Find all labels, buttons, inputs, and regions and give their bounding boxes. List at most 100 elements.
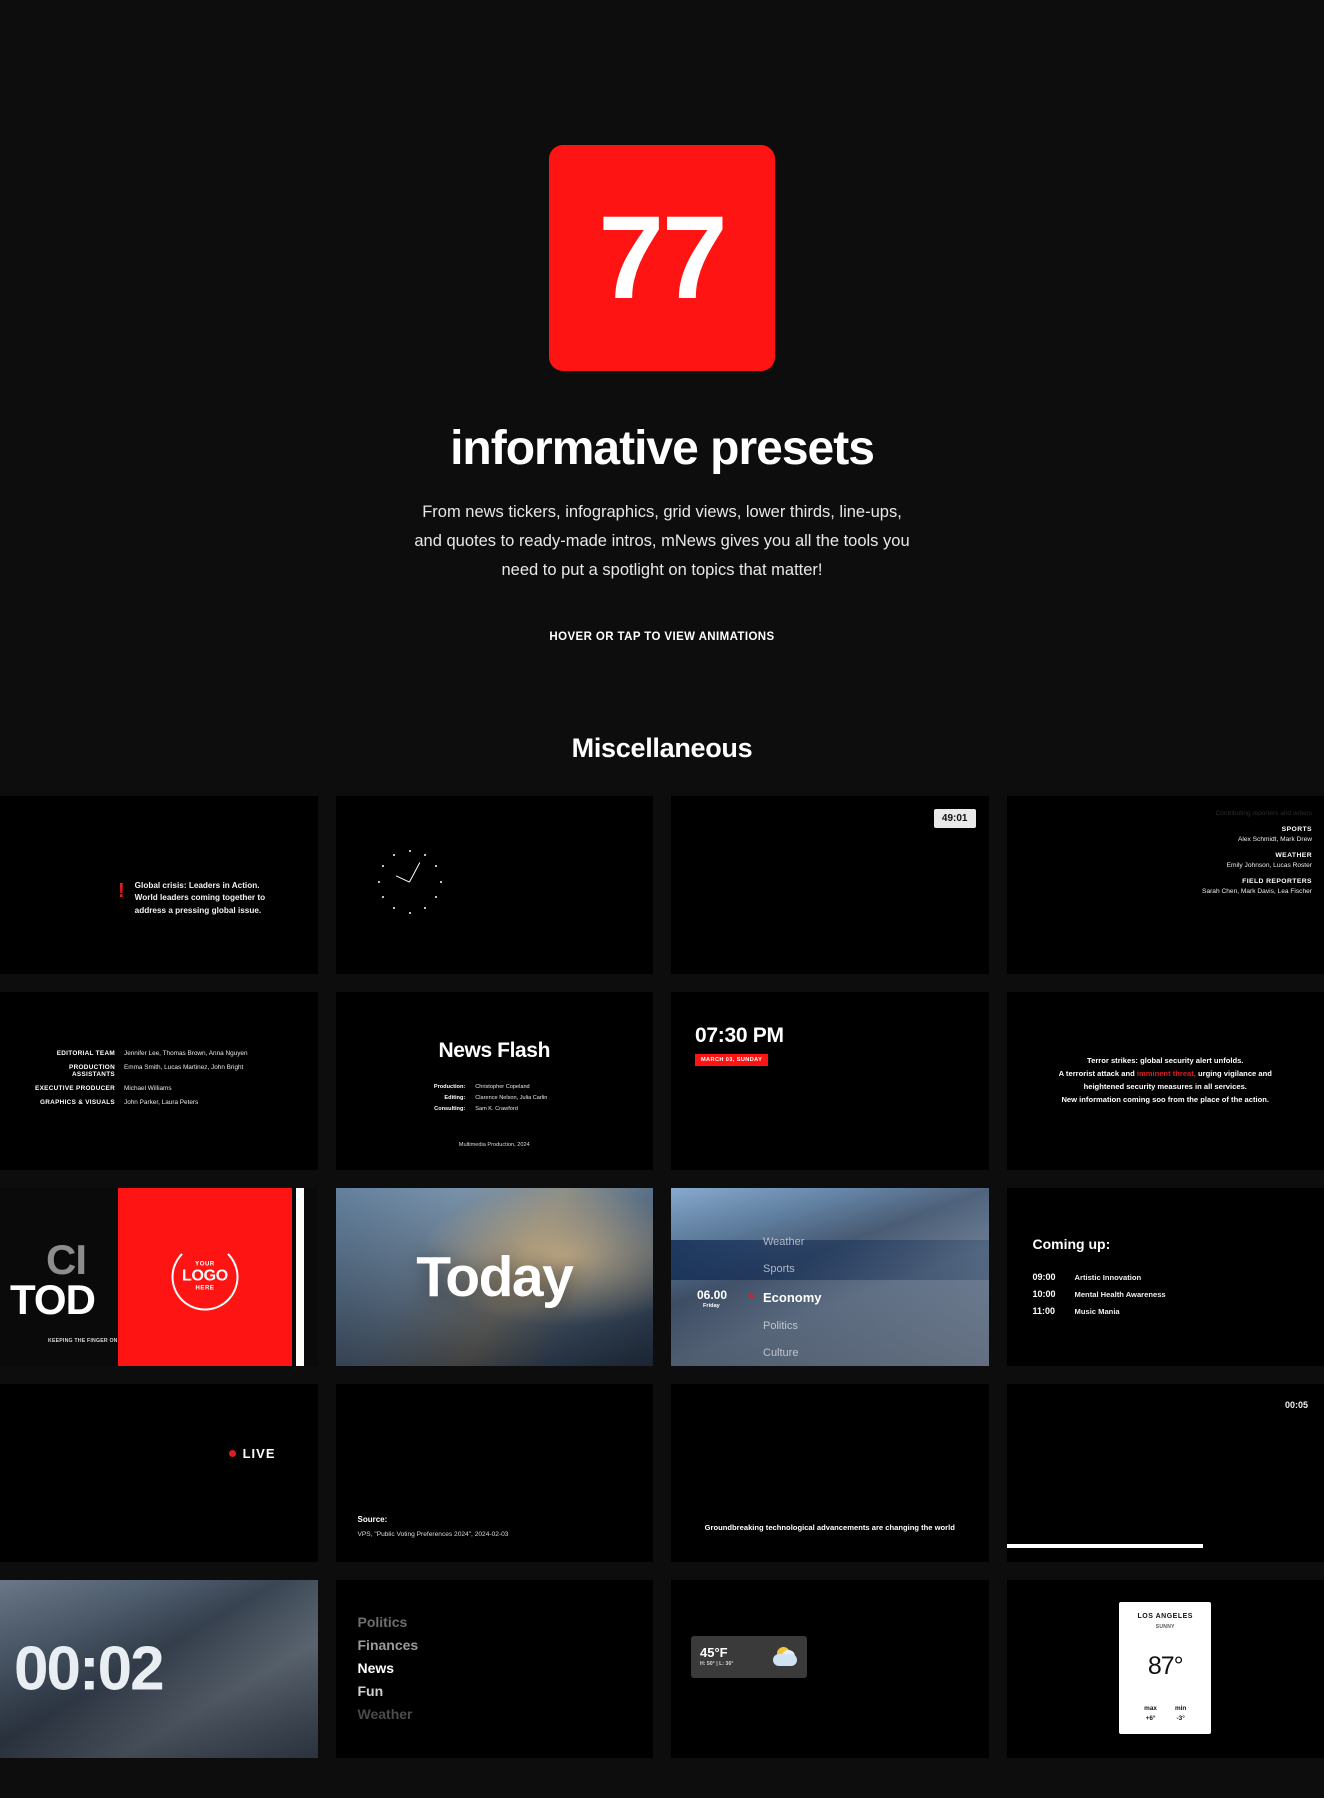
table-row: EXECUTIVE PRODUCER Michael Williams: [28, 1085, 248, 1092]
coming-up-title: Coming up:: [1033, 1236, 1111, 1252]
list-item: Consulting: Sam K. Crawford: [336, 1106, 654, 1112]
tile-city-today-logo[interactable]: CI TOD KEEPING THE FINGER ON THE CITY'S …: [0, 1188, 318, 1366]
tile-timer-chip[interactable]: 49:01: [671, 796, 989, 974]
live-label: LIVE: [243, 1446, 276, 1461]
weather-card-min: min -3°: [1175, 1705, 1186, 1722]
nf-val-2: Sam K. Crawford: [475, 1106, 585, 1112]
alert-line-2: World leaders coming together to: [135, 893, 265, 902]
topic-finances[interactable]: Finances: [358, 1637, 419, 1653]
alert-text: Global crisis: Leaders in Action. World …: [135, 880, 265, 918]
tile-city-menu[interactable]: 06.00 Friday Weather Sports Economy Poli…: [671, 1188, 989, 1366]
team-names-3: John Parker, Laura Peters: [124, 1099, 198, 1106]
tile-editorial-team[interactable]: EDITORIAL TEAM Jennifer Lee, Thomas Brow…: [0, 992, 318, 1170]
tile-lower-third[interactable]: Groundbreaking technological advancement…: [671, 1384, 989, 1562]
menu-item-sports[interactable]: Sports: [763, 1263, 822, 1275]
breaking-line-4: New information coming soo from the plac…: [1061, 1095, 1269, 1104]
tile-time-card[interactable]: 07:30 PM MARCH 03, SUNDAY: [671, 992, 989, 1170]
topic-list: Politics Finances News Fun Weather: [358, 1614, 419, 1729]
weather-card-condition: SUNNY: [1119, 1624, 1211, 1630]
cu-label-0: Artistic Innovation: [1075, 1273, 1142, 1282]
topic-politics[interactable]: Politics: [358, 1614, 419, 1630]
red-dot-icon: [749, 1294, 753, 1298]
min-label: min: [1175, 1705, 1186, 1712]
credits-faded-line: Contributing reporters and writers: [1202, 810, 1312, 817]
preset-count-badge: 77: [549, 145, 775, 371]
white-stripe: [296, 1188, 304, 1366]
word-bottom: TOD: [10, 1276, 95, 1324]
tile-topic-list[interactable]: Politics Finances News Fun Weather: [336, 1580, 654, 1758]
breaking-line-1: Terror strikes: global security alert un…: [1087, 1056, 1243, 1065]
tile-live-badge[interactable]: LIVE: [0, 1384, 318, 1562]
credits-names-1: Emily Johnson, Lucas Roster: [1202, 862, 1312, 869]
alert-line-3: address a pressing global issue.: [135, 906, 262, 915]
table-row: GRAPHICS & VISUALS John Parker, Laura Pe…: [28, 1099, 248, 1106]
time-value: 07:30 PM: [695, 1024, 784, 1048]
preset-count-number: 77: [598, 199, 725, 317]
alert-line-1: Global crisis: Leaders in Action.: [135, 881, 260, 890]
logo-panel: YOUR LOGO HERE: [118, 1188, 292, 1366]
team-role-0: EDITORIAL TEAM: [28, 1050, 124, 1057]
weather-chip-text: 45°F H: 50° | L: 36°: [700, 1646, 733, 1668]
team-names-2: Michael Williams: [124, 1085, 172, 1092]
cu-time-2: 11:00: [1033, 1306, 1075, 1316]
topic-weather[interactable]: Weather: [358, 1706, 419, 1722]
list-item: 09:00 Artistic Innovation: [1033, 1272, 1166, 1282]
credits-names-2: Sarah Chen, Mark Davis, Lea Fischer: [1202, 888, 1312, 895]
max-value: +6°: [1144, 1715, 1157, 1722]
team-names-1: Emma Smith, Lucas Martinez, John Bright: [124, 1064, 243, 1078]
preset-grid: ! Global crisis: Leaders in Action. Worl…: [0, 796, 1324, 1798]
tile-countdown-aerial[interactable]: 00:02: [0, 1580, 318, 1758]
credits-role-2: FIELD REPORTERS: [1202, 878, 1312, 885]
weather-card: LOS ANGELES SUNNY 87° max +6° min -3°: [1119, 1602, 1211, 1734]
menu-item-economy[interactable]: Economy: [763, 1290, 822, 1305]
credits-names-0: Alex Schmidt, Mark Drew: [1202, 836, 1312, 843]
nf-val-0: Christopher Copeland: [475, 1084, 585, 1090]
tile-credits-roll[interactable]: Contributing reporters and writers SPORT…: [1007, 796, 1324, 974]
list-item: Editing: Clarence Nelson, Julia Carlin: [336, 1095, 654, 1101]
alert-block: ! Global crisis: Leaders in Action. Worl…: [118, 880, 265, 918]
tile-breaking-news[interactable]: Terror strikes: global security alert un…: [1007, 992, 1324, 1170]
menu-item-weather[interactable]: Weather: [763, 1236, 822, 1248]
credits-role-1: WEATHER: [1202, 852, 1312, 859]
nf-val-1: Clarence Nelson, Julia Carlin: [475, 1095, 585, 1101]
breaking-text: Terror strikes: global security alert un…: [1007, 1054, 1324, 1107]
nf-key-2: Consulting:: [403, 1106, 475, 1112]
weather-card-city: LOS ANGELES: [1119, 1613, 1211, 1620]
city-time: 06.00: [697, 1288, 727, 1302]
weather-card-temp: 87°: [1119, 1652, 1211, 1681]
tile-source-citation[interactable]: Source: VPS, "Public Voting Preferences …: [336, 1384, 654, 1562]
tile-timer-progress[interactable]: 00:05: [1007, 1384, 1324, 1562]
table-row: PRODUCTION ASSISTANTS Emma Smith, Lucas …: [28, 1064, 248, 1078]
tile-today-intro[interactable]: Today: [336, 1188, 654, 1366]
news-flash-title: News Flash: [336, 1039, 654, 1063]
logo-text-bottom: HERE: [195, 1285, 214, 1291]
menu-item-culture[interactable]: Culture: [763, 1347, 822, 1359]
cu-time-0: 09:00: [1033, 1272, 1075, 1282]
tile-alert-ticker[interactable]: ! Global crisis: Leaders in Action. Worl…: [0, 796, 318, 974]
timer-value: 00:05: [1285, 1400, 1308, 1410]
tile-weather-chip[interactable]: 45°F H: 50° | L: 36°: [671, 1580, 989, 1758]
date-badge: MARCH 03, SUNDAY: [695, 1054, 768, 1066]
topic-news[interactable]: News: [358, 1660, 419, 1676]
cu-label-1: Mental Health Awareness: [1075, 1290, 1166, 1299]
menu-item-politics[interactable]: Politics: [763, 1320, 822, 1332]
list-item: Production: Christopher Copeland: [336, 1084, 654, 1090]
breaking-line-3: heightened security measures in all serv…: [1084, 1082, 1247, 1091]
news-flash-credits: Production: Christopher Copeland Editing…: [336, 1084, 654, 1117]
team-role-3: GRAPHICS & VISUALS: [28, 1099, 124, 1106]
nf-key-1: Editing:: [403, 1095, 475, 1101]
timer-chip-value: 49:01: [934, 809, 976, 828]
tile-analog-clock[interactable]: [336, 796, 654, 974]
tile-coming-up[interactable]: Coming up: 09:00 Artistic Innovation 10:…: [1007, 1188, 1324, 1366]
tile-weather-card[interactable]: LOS ANGELES SUNNY 87° max +6° min -3°: [1007, 1580, 1324, 1758]
city-day: Friday: [703, 1303, 720, 1309]
team-names-0: Jennifer Lee, Thomas Brown, Anna Nguyen: [124, 1050, 248, 1057]
weather-chip: 45°F H: 50° | L: 36°: [691, 1636, 807, 1678]
countdown-value: 00:02: [14, 1633, 163, 1704]
menu-overlay-bar: [671, 1240, 989, 1280]
progress-bar[interactable]: [1007, 1544, 1204, 1548]
topic-fun[interactable]: Fun: [358, 1683, 419, 1699]
source-title: Source:: [358, 1515, 388, 1524]
tile-news-flash[interactable]: News Flash Production: Christopher Copel…: [336, 992, 654, 1170]
team-role-2: EXECUTIVE PRODUCER: [28, 1085, 124, 1092]
